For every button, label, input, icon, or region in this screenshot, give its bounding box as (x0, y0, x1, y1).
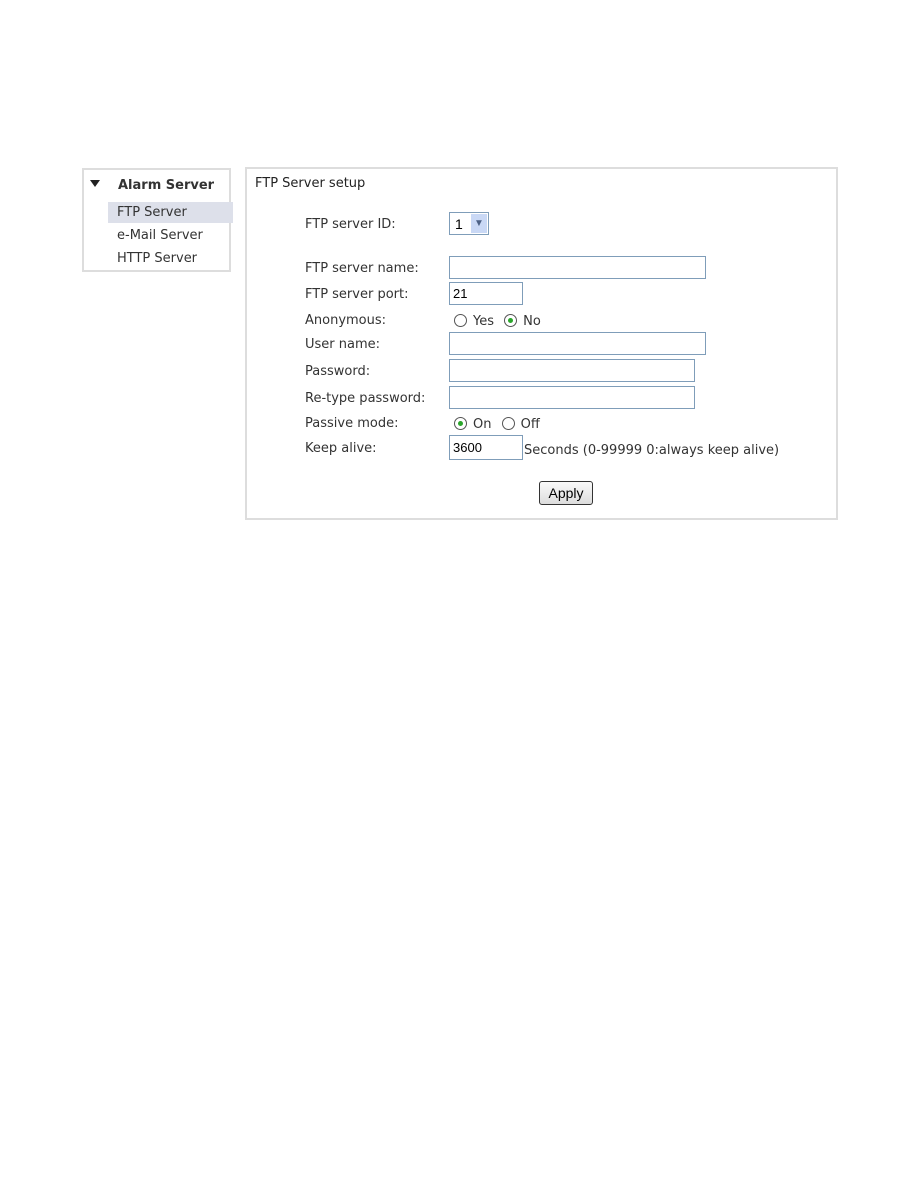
on-label: On (473, 417, 492, 432)
triangle-down-icon (90, 180, 100, 187)
anonymous-yes-radio[interactable]: Yes (454, 314, 494, 329)
sidebar-group-label: Alarm Server (118, 178, 215, 193)
apply-button[interactable]: Apply (539, 481, 593, 505)
server-id-value: 1 (455, 216, 463, 232)
keep-alive-input[interactable] (449, 435, 523, 460)
passive-mode-radio-group: On Off (454, 417, 540, 432)
chevron-down-icon: ▼ (471, 214, 487, 233)
anonymous-label: Anonymous: (305, 313, 387, 328)
user-name-input[interactable] (449, 332, 706, 355)
server-port-label: FTP server port: (305, 287, 409, 302)
sidebar-item-http-server[interactable]: HTTP Server (108, 248, 233, 269)
anonymous-radio-group: Yes No (454, 314, 541, 329)
off-label: Off (520, 417, 540, 432)
server-name-input[interactable] (449, 256, 706, 279)
passive-mode-label: Passive mode: (305, 416, 399, 431)
user-name-label: User name: (305, 337, 381, 352)
panel-title: FTP Server setup (255, 176, 366, 191)
ftp-setup-panel: FTP Server setup FTP server ID: 1 ▼ FTP s… (245, 167, 838, 520)
passive-off-radio[interactable]: Off (501, 417, 540, 432)
retype-password-input[interactable] (449, 386, 695, 409)
retype-password-label: Re-type password: (305, 391, 426, 406)
sidebar: Alarm Server FTP Server e-Mail Server HT… (82, 168, 233, 272)
password-label: Password: (305, 364, 371, 379)
server-name-label: FTP server name: (305, 261, 419, 276)
password-input[interactable] (449, 359, 695, 382)
passive-on-radio[interactable]: On (454, 417, 491, 432)
yes-label: Yes (473, 314, 494, 329)
sidebar-group-alarm-server[interactable]: Alarm Server (90, 178, 214, 193)
anonymous-no-radio[interactable]: No (504, 314, 541, 329)
server-port-input[interactable] (449, 282, 523, 305)
server-id-select[interactable]: 1 ▼ (449, 212, 489, 235)
keep-alive-hint: Seconds (0-99999 0:always keep alive) (524, 443, 780, 458)
sidebar-item-ftp-server[interactable]: FTP Server (108, 202, 233, 223)
no-label: No (523, 314, 541, 329)
sidebar-item-email-server[interactable]: e-Mail Server (108, 225, 233, 246)
server-id-label: FTP server ID: (305, 217, 396, 232)
keep-alive-label: Keep alive: (305, 441, 377, 456)
